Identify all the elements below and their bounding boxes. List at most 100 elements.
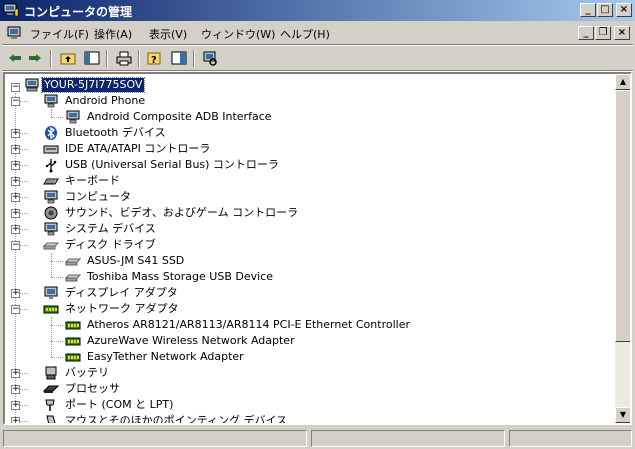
vertical-scrollbar[interactable]: ▲ ▼ [615,74,630,423]
tree-node-label: Android Composite ADB Interface [87,110,272,123]
child-close-button[interactable]: × [614,26,630,40]
tree-node-label: Toshiba Mass Storage USB Device [87,270,273,283]
tree-node-label: USB (Universal Serial Bus) コントローラ [65,158,279,171]
tree-node-label: ディスプレイ アダプタ [65,286,178,299]
tree-connector-line [51,253,52,277]
tree-node-label: Atheros AR8121/AR8113/AR8114 PCI-E Ether… [87,318,410,331]
toolbar-separator [138,50,140,67]
status-bar [0,427,635,449]
toolbar: ? [0,46,635,70]
tree-expand-button[interactable]: + [11,369,20,378]
back-button[interactable] [5,49,25,68]
back-arrow-icon [9,54,21,62]
tree-expand-button[interactable]: + [11,401,20,410]
show-hide-action-pane-button[interactable] [169,49,189,68]
root-collapse-button[interactable]: − [11,83,20,92]
tree-node-label: サウンド、ビデオ、およびゲーム コントローラ [65,206,299,219]
tree-expand-button[interactable]: + [11,193,20,202]
scroll-down-button[interactable]: ▼ [615,407,630,423]
mmc-console-icon[interactable] [6,25,24,41]
tree-node-label: プロセッサ [65,382,120,395]
tree-connector-line [51,341,63,342]
forward-arrow-icon [29,54,41,62]
tree-expand-button[interactable]: + [11,209,20,218]
toolbar-separator [193,50,195,67]
menu-bar: ファイル(F) 操作(A) 表示(V) ウィンドウ(W) ヘルプ(H) [0,22,635,44]
tree-collapse-button[interactable]: − [11,305,20,314]
tree-expand-button[interactable]: + [11,177,20,186]
menu-view[interactable]: 表示(V) [149,26,187,42]
tree-node-label: マウスとそのほかのポインティング デバイス [65,414,288,423]
tree-expand-button[interactable]: + [11,145,20,154]
keyboard-icon [43,178,59,185]
network-adapter-icon [65,353,81,362]
tree-node-label: ASUS-JM S41 SSD [87,254,185,267]
tree-node-label: EasyTether Network Adapter [87,350,244,363]
printer-icon [116,51,132,66]
sound-icon [44,206,58,220]
tree-connector-line [51,117,63,118]
title-bar[interactable]: コンピュータの管理 _ □ × [0,0,635,21]
tree-node-label: ネットワーク アダプタ [65,302,179,315]
up-folder-icon [60,53,76,65]
tree-node-label: バッテリ [65,366,109,379]
scan-hardware-icon [203,51,217,66]
computer-icon [44,190,58,204]
child-minimize-button[interactable]: _ [578,26,594,40]
disk-drive-icon [65,258,81,266]
menu-action[interactable]: 操作(A) [94,26,132,42]
menu-help[interactable]: ヘルプ(H) [280,26,330,42]
tree-collapse-button[interactable]: − [11,241,20,250]
svg-text:?: ? [151,55,157,66]
tree-node-label: ポート (COM と LPT) [65,398,174,411]
tree-expand-button[interactable]: + [11,225,20,234]
menu-window[interactable]: ウィンドウ(W) [201,26,275,42]
minimize-button[interactable]: _ [580,3,596,17]
status-panel-right [509,430,632,447]
show-hide-tree-button[interactable] [82,49,102,68]
tree-connector-line [51,357,63,358]
processor-icon [43,385,59,393]
forward-button[interactable] [25,49,45,68]
status-panel-middle [311,430,505,447]
tree-node-label: コンピュータ [65,190,131,203]
computer-icon [25,78,39,92]
tree-node-label: AzureWave Wireless Network Adapter [87,334,295,347]
usb-icon [46,159,57,173]
display-adapter-icon [44,286,58,299]
menu-file[interactable]: ファイル(F) [30,26,89,42]
tree-root-label: YOUR-5J7I775SOV [40,77,146,93]
close-button[interactable]: × [616,3,632,17]
scroll-thumb[interactable] [615,90,630,342]
up-level-button[interactable] [58,49,78,68]
console-tree-icon [84,51,100,65]
computer-management-icon [3,3,19,17]
device-tree[interactable]: − YOUR-5J7I775SOV − Android Phone Android … [5,74,615,423]
maximize-button[interactable]: □ [597,3,613,17]
tree-node-label: キーボード [65,174,120,187]
network-adapter-icon [65,321,81,330]
status-panel-main [3,430,307,447]
tree-connector-line [51,325,63,326]
device-tree-pane[interactable]: − YOUR-5J7I775SOV − Android Phone Android … [3,72,632,425]
scan-hardware-button[interactable] [200,49,220,68]
port-icon [45,399,55,411]
help-button[interactable]: ? [145,49,165,68]
tree-expand-button[interactable]: + [11,417,20,423]
tree-connector-line [51,261,63,262]
help-question-icon: ? [147,52,161,66]
child-restore-button[interactable]: ❐ [595,26,611,40]
tree-node-label: ディスク ドライブ [65,238,156,251]
print-button[interactable] [114,49,134,68]
tree-expand-button[interactable]: + [11,129,20,138]
tree-collapse-button[interactable]: − [11,97,20,106]
tree-expand-button[interactable]: + [11,289,20,298]
network-adapter-icon [65,337,81,346]
mouse-icon [46,415,56,423]
tree-expand-button[interactable]: + [11,161,20,170]
scroll-up-button[interactable]: ▲ [615,74,630,90]
tree-connector-line [51,277,63,278]
ide-controller-icon [43,145,59,154]
tree-node-label: Android Phone [65,94,146,107]
tree-expand-button[interactable]: + [11,385,20,394]
